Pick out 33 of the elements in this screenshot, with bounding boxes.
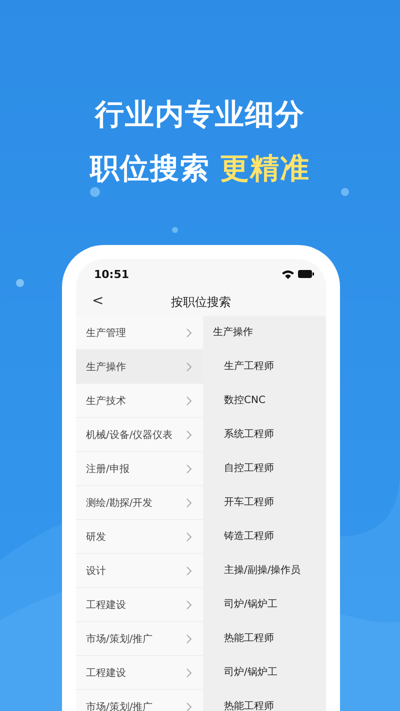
chevron-icon [186, 464, 192, 474]
chevron-icon [186, 702, 192, 711]
position-item[interactable]: 热能工程师 [203, 690, 326, 711]
position-item[interactable]: 自控工程师 [203, 452, 326, 486]
status-time: 10:51 [94, 268, 130, 280]
position-item[interactable]: 司炉/锅炉工 [203, 656, 326, 690]
position-item[interactable]: 司炉/锅炉工 [203, 588, 326, 622]
position-item[interactable]: 生产工程师 [203, 350, 326, 384]
position-group-title: 生产操作 [212, 326, 254, 340]
chevron-icon [186, 362, 192, 372]
position-item[interactable]: 铸造工程师 [203, 520, 326, 554]
category-item[interactable]: 生产操作 [76, 350, 203, 384]
chevron-icon [186, 498, 192, 508]
headline-text: 职位搜索 [90, 150, 210, 187]
headline-text: 行业内专业细分 [95, 96, 305, 133]
chevron-icon [186, 600, 192, 610]
page-title: 按职位搜索 [171, 294, 231, 311]
chevron-icon [186, 430, 192, 440]
chevron-icon [186, 566, 192, 576]
back-button[interactable]: < [88, 293, 108, 309]
position-item[interactable]: 系统工程师 [203, 418, 326, 452]
chevron-icon [186, 396, 192, 406]
chevron-icon [186, 328, 192, 338]
wifi-icon [282, 270, 294, 278]
position-item[interactable]: 数控CNC [203, 384, 326, 418]
chevron-icon [186, 668, 192, 678]
battery-icon [298, 270, 314, 278]
chevron-icon [186, 634, 192, 644]
position-item[interactable]: 开车工程师 [203, 486, 326, 520]
position-item[interactable]: 主操/副操/操作员 [203, 554, 326, 588]
headline-text: 更精准 [220, 150, 310, 187]
position-item[interactable]: 热能工程师 [203, 622, 326, 656]
chevron-icon [186, 532, 192, 542]
